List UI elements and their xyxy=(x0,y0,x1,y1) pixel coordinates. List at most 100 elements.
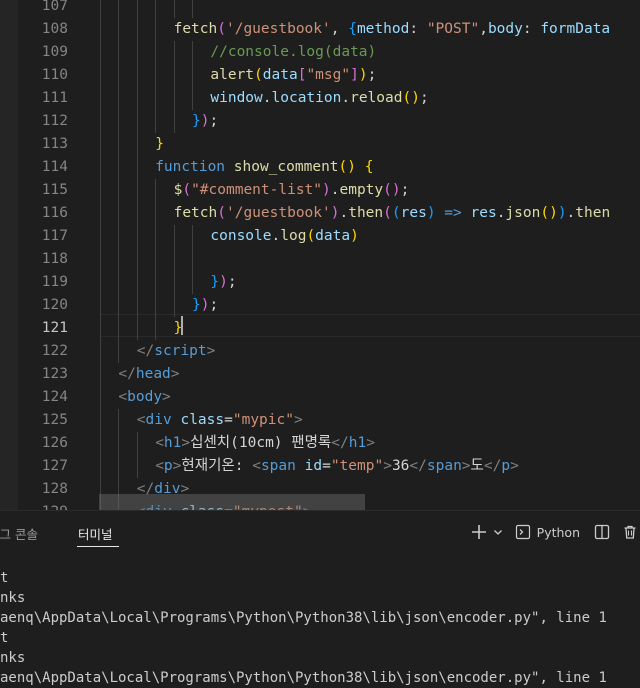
code-token: 현재기온: xyxy=(181,458,253,474)
split-icon[interactable] xyxy=(592,522,612,542)
line-number: 119 xyxy=(41,274,68,290)
horizontal-scrollbar[interactable] xyxy=(99,494,365,510)
code-token: < xyxy=(155,458,164,474)
code-line[interactable]: 115 $("#comment-list").empty(); xyxy=(0,179,640,202)
tab-debug-console[interactable]: 버그 콘솔 xyxy=(0,524,38,543)
code-line[interactable]: 107 xyxy=(0,0,640,18)
code-line[interactable]: 110 alert(data["msg"]); xyxy=(0,64,640,87)
code-token: > xyxy=(170,366,180,382)
code-token: } xyxy=(192,297,201,313)
code-line[interactable]: 127 <p>현재기온: <span id="temp">36</span>도</… xyxy=(0,455,640,478)
code-token: div xyxy=(145,412,172,428)
code-line[interactable]: 111 window.location.reload(); xyxy=(0,87,640,110)
code-token: > xyxy=(383,458,392,474)
line-code: </script> xyxy=(137,340,216,363)
code-token: </ xyxy=(409,458,427,474)
line-number: 123 xyxy=(41,366,68,382)
code-token: empty xyxy=(339,182,384,198)
code-line[interactable]: 123 </head> xyxy=(0,363,640,386)
terminal-output[interactable]: t nks aenq\AppData\Local\Programs\Python\P… xyxy=(0,568,640,688)
launch-profile-button[interactable]: Python xyxy=(515,522,580,542)
code-token: p xyxy=(163,458,173,474)
code-token: then xyxy=(348,205,384,221)
line-number: 113 xyxy=(41,136,68,152)
code-line[interactable]: 121} xyxy=(0,317,640,340)
indent-guide xyxy=(173,0,175,18)
indent-guide xyxy=(155,0,157,133)
code-line[interactable]: 119}); xyxy=(0,271,640,294)
code-token: > xyxy=(366,435,375,451)
line-code: <p>현재기온: <span id="temp">36</span>도</p> xyxy=(155,455,519,478)
line-code: <body> xyxy=(118,386,170,409)
line-number: 122 xyxy=(41,343,68,359)
code-token: "#comment-list" xyxy=(191,182,323,198)
code-line[interactable]: 117 console.log(data) xyxy=(0,225,640,248)
code-token: ( xyxy=(182,182,192,198)
line-number: 117 xyxy=(41,228,68,244)
code-line[interactable]: 118 xyxy=(0,248,640,271)
bottom-panel: 버그 콘솔 터미널 Python t nks aenq\AppData\Local\… xyxy=(0,510,640,686)
code-line[interactable]: 108 fetch('/guestbook', {method: "POST",b… xyxy=(0,18,640,41)
code-line[interactable]: 125 <div class="mypic"> xyxy=(0,409,640,432)
line-code: <h1>십센치(10cm) 팬명록</h1> xyxy=(155,432,375,455)
code-token: () xyxy=(338,159,356,175)
code-token: </ xyxy=(136,343,155,359)
code-token: body xyxy=(127,389,163,405)
code-token: ) xyxy=(219,274,228,290)
code-token: window xyxy=(210,90,263,106)
trash-icon[interactable] xyxy=(620,522,640,542)
code-token: 도 xyxy=(470,458,484,474)
code-line[interactable]: 114 function show_comment() { xyxy=(0,156,640,179)
indent-guide xyxy=(100,0,101,510)
code-token: ) xyxy=(322,182,331,198)
code-token: ) xyxy=(426,205,436,221)
shell-name: Python xyxy=(536,524,580,540)
terminal-line: nks xyxy=(0,650,26,666)
code-line[interactable]: 113} xyxy=(0,133,640,156)
line-number: 121 xyxy=(41,320,68,336)
indent-guide xyxy=(192,41,193,110)
code-line[interactable]: 122 </script> xyxy=(0,340,640,363)
code-token: data xyxy=(315,228,351,244)
line-number: 129 xyxy=(20,501,68,510)
code-line[interactable]: 124 <body> xyxy=(0,386,640,409)
code-token: function xyxy=(155,159,234,175)
plus-icon[interactable] xyxy=(469,522,489,542)
indent-guide xyxy=(136,432,138,478)
indent-guide xyxy=(192,0,193,18)
code-token: script xyxy=(154,343,207,359)
code-token: . xyxy=(341,90,351,106)
code-token: > xyxy=(293,412,303,428)
code-token: "POST" xyxy=(426,21,480,37)
code-token: </ xyxy=(118,366,136,382)
chevron-down-icon[interactable] xyxy=(491,522,505,542)
code-token: res xyxy=(400,205,427,221)
code-token: show_comment xyxy=(233,159,339,175)
code-token: 십센치(10cm) 팬명록 xyxy=(190,435,332,451)
code-editor[interactable]: 107 108 fetch('/guestbook', {method: "POST… xyxy=(0,0,640,510)
line-code: console.log(data) xyxy=(210,225,358,248)
code-line[interactable]: 120}); xyxy=(0,294,640,317)
terminal-line: nks xyxy=(0,590,26,606)
code-line[interactable]: 112}); xyxy=(0,110,640,133)
code-token: ( xyxy=(254,67,263,83)
code-token: : xyxy=(409,21,427,37)
code-token: { xyxy=(364,159,374,175)
code-token: } xyxy=(192,113,201,129)
code-token: formData xyxy=(540,21,611,37)
line-code: window.location.reload(); xyxy=(210,87,428,110)
code-line[interactable]: 109 //console.log(data) xyxy=(0,41,640,64)
line-code: //console.log(data) xyxy=(210,41,376,64)
code-line[interactable]: 126 <h1>십센치(10cm) 팬명록</h1> xyxy=(0,432,640,455)
code-token: () xyxy=(540,205,558,221)
code-token: '/guestbook' xyxy=(225,205,331,221)
code-token: fetch xyxy=(173,21,218,37)
line-number: 124 xyxy=(41,389,68,405)
code-line[interactable]: 116 fetch('/guestbook').then((res) => res… xyxy=(0,202,640,225)
code-token: : xyxy=(522,21,541,37)
tab-terminal[interactable]: 터미널 xyxy=(78,524,113,543)
code-token: } xyxy=(210,274,220,290)
panel-actions: Python xyxy=(469,519,640,545)
code-token: '/guestbook' xyxy=(225,21,331,37)
line-number: 128 xyxy=(41,481,68,497)
